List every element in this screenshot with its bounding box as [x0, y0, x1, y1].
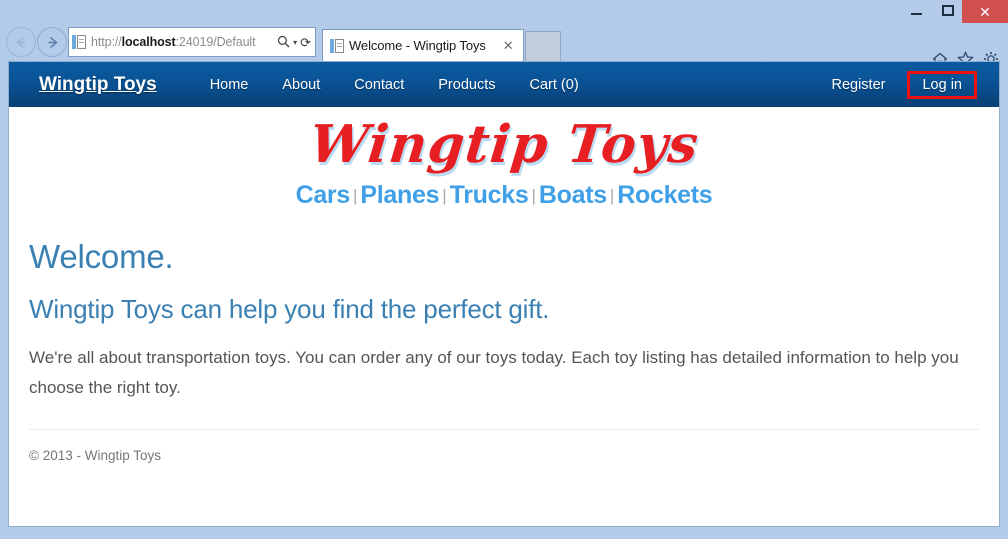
- maximize-icon: [941, 5, 954, 16]
- site-nav-links: Home About Contact Products Cart (0): [193, 77, 596, 93]
- login-link[interactable]: Log in: [912, 77, 972, 93]
- browser-chrome-row: http://localhost:24019/Default ▾ ⟳ Welco…: [0, 23, 1008, 67]
- nav-item-contact[interactable]: Contact: [337, 77, 421, 93]
- tab-favicon-icon: [330, 38, 344, 54]
- site-brand-link[interactable]: Wingtip Toys: [39, 74, 157, 96]
- login-highlight-box: Log in: [907, 70, 977, 99]
- minimize-button[interactable]: [902, 0, 931, 21]
- category-separator: |: [352, 185, 358, 205]
- forward-arrow-icon: [48, 36, 58, 48]
- url-path: :24019/Default: [175, 35, 256, 49]
- title-bar: ✕: [0, 0, 1008, 23]
- category-link-planes[interactable]: Planes: [360, 181, 439, 209]
- page-content: Wingtip Toys Cars | Planes | Trucks | Boats | Ro…: [9, 107, 999, 463]
- category-separator: |: [531, 185, 536, 205]
- address-bar-icons: ▾ ⟳: [277, 35, 311, 50]
- tab-welcome-wingtip-toys[interactable]: Welcome - Wingtip Toys ✕: [322, 29, 524, 61]
- nav-item-cart[interactable]: Cart (0): [513, 77, 596, 93]
- site-nav-account-links: Register Log in: [817, 70, 981, 99]
- page-subtitle: Wingtip Toys can help you find the perfe…: [29, 293, 550, 324]
- footer-divider: [29, 428, 979, 430]
- navigation-arrows: [4, 23, 68, 61]
- tab-close-icon[interactable]: ✕: [500, 38, 517, 54]
- minimize-icon: [911, 13, 922, 15]
- url-scheme: http://: [91, 35, 122, 49]
- search-icon[interactable]: [277, 35, 290, 50]
- page-viewport: Wingtip Toys Home About Contact Products…: [8, 61, 1000, 527]
- url-host: localhost: [121, 35, 176, 49]
- back-arrow-icon: [15, 36, 25, 48]
- nav-item-products[interactable]: Products: [421, 77, 512, 93]
- refresh-icon[interactable]: ⟳: [300, 36, 311, 49]
- footer-copyright: © 2013 - Wingtip Toys: [29, 447, 162, 463]
- category-link-cars[interactable]: Cars: [296, 181, 351, 209]
- close-window-button[interactable]: ✕: [962, 0, 1008, 23]
- page-title: Welcome.: [29, 237, 174, 275]
- category-link-rockets[interactable]: Rockets: [617, 181, 712, 209]
- new-tab-button[interactable]: [524, 31, 561, 61]
- register-link[interactable]: Register: [817, 77, 899, 93]
- category-links: Cars | Planes | Trucks | Boats | Rockets: [29, 177, 979, 216]
- category-link-trucks[interactable]: Trucks: [450, 181, 529, 209]
- browser-window: ✕ http://localhost:24019/Default ▾ ⟳ Wel…: [0, 0, 1008, 539]
- url-text: http://localhost:24019/Default: [91, 35, 277, 49]
- maximize-button[interactable]: [933, 0, 962, 21]
- page-favicon-icon: [72, 34, 86, 50]
- category-separator: |: [609, 185, 615, 205]
- address-bar[interactable]: http://localhost:24019/Default ▾ ⟳: [68, 27, 316, 57]
- site-logo-text: Wingtip Toys: [306, 114, 702, 175]
- nav-item-about[interactable]: About: [265, 77, 337, 93]
- close-icon: ✕: [979, 3, 991, 20]
- site-navbar: Wingtip Toys Home About Contact Products…: [9, 62, 999, 107]
- tab-strip: Welcome - Wingtip Toys ✕: [322, 23, 561, 61]
- chevron-down-icon[interactable]: ▾: [293, 38, 297, 47]
- category-separator: |: [442, 185, 447, 205]
- nav-item-home[interactable]: Home: [193, 77, 266, 93]
- category-link-boats[interactable]: Boats: [539, 181, 607, 209]
- back-button[interactable]: [6, 27, 36, 57]
- site-logo: Wingtip Toys: [29, 107, 979, 177]
- page-paragraph: We're all about transportation toys. You…: [29, 347, 959, 397]
- search-glass-icon: [277, 35, 290, 47]
- tab-title: Welcome - Wingtip Toys: [349, 38, 486, 53]
- forward-button[interactable]: [37, 27, 67, 57]
